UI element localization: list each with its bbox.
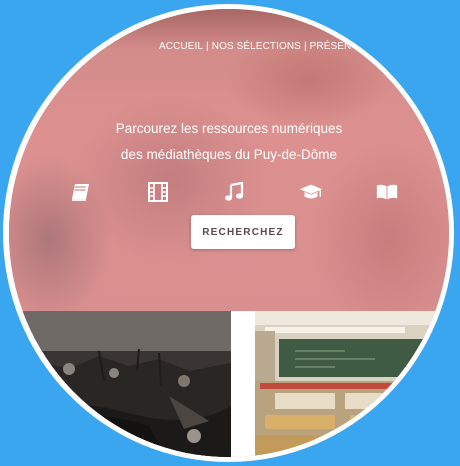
nav-item-nos-selections[interactable]: NOS SÉLECTIONS	[212, 41, 301, 52]
book-icon[interactable]	[69, 181, 93, 203]
nav-item-presentation[interactable]: PRÉSENTATION	[310, 41, 388, 52]
top-navigation: ACCUEIL | NOS SÉLECTIONS | PRÉSENTATION	[159, 41, 387, 52]
open-book-icon[interactable]	[375, 181, 399, 203]
film-icon[interactable]	[146, 181, 170, 203]
resource-category-icons	[69, 181, 399, 203]
hero-tagline-line-1: Parcourez les ressources numériques	[115, 121, 343, 136]
page-background: ACCUEIL | NOS SÉLECTIONS | PRÉSENTATION Parc…	[0, 0, 460, 466]
nav-separator: |	[303, 41, 307, 52]
search-button[interactable]: RECHERCHEZ	[191, 215, 295, 249]
classroom-photo[interactable]	[255, 311, 449, 457]
hero-section: ACCUEIL | NOS SÉLECTIONS | PRÉSENTATION Parc…	[9, 9, 449, 319]
nav-separator: |	[206, 41, 209, 52]
ww1-trench-photo[interactable]	[9, 311, 231, 457]
graduation-cap-icon[interactable]	[299, 181, 323, 203]
hero-tagline-line-2: des médiathèques du Puy-de-Dôme	[120, 147, 338, 162]
music-icon[interactable]	[222, 181, 246, 203]
nav-item-accueil[interactable]: ACCUEIL	[159, 41, 203, 52]
circular-viewport: ACCUEIL | NOS SÉLECTIONS | PRÉSENTATION Parc…	[9, 9, 449, 457]
